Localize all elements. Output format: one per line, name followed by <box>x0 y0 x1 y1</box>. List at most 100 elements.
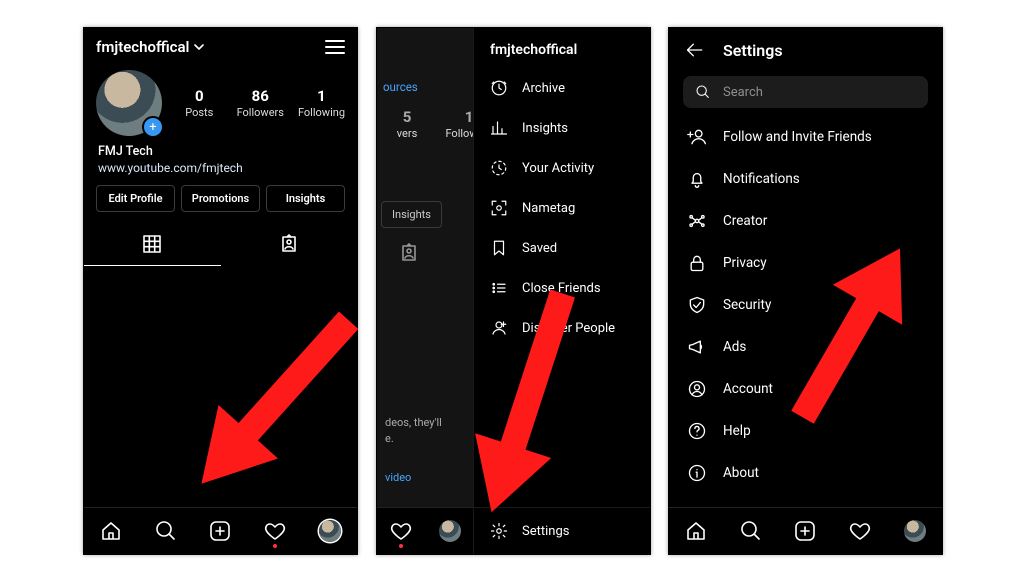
bottom-nav <box>84 507 357 554</box>
settings-list: Follow and Invite Friends Notifications … <box>669 114 942 555</box>
nav-profile[interactable] <box>319 520 341 542</box>
settings-help[interactable]: Help <box>673 410 938 452</box>
add-person-icon <box>687 127 707 147</box>
tagged-icon <box>279 234 299 254</box>
gear-icon <box>490 522 508 540</box>
activity-dot <box>273 544 277 548</box>
activity-dot <box>399 544 403 548</box>
text-fragment: ources <box>383 80 418 94</box>
menu-nametag[interactable]: Nametag <box>474 188 650 228</box>
settings-security[interactable]: Security <box>673 284 938 326</box>
nametag-icon <box>490 199 508 217</box>
profile-avatar-small <box>904 520 926 542</box>
nav-activity[interactable] <box>849 520 871 542</box>
settings-header: Settings <box>669 28 942 72</box>
stat-following[interactable]: 1 Following <box>298 87 345 119</box>
nav-search[interactable] <box>155 520 177 542</box>
settings-follow-invite[interactable]: Follow and Invite Friends <box>673 116 938 158</box>
tagged-tab[interactable] <box>221 222 358 266</box>
nav-home[interactable] <box>100 520 122 542</box>
menu-saved[interactable]: Saved <box>474 228 650 268</box>
shield-check-icon <box>687 295 707 315</box>
plus-square-icon <box>209 520 231 542</box>
menu-discover-people[interactable]: Discover People <box>474 308 650 348</box>
profile-posts-empty <box>84 266 357 526</box>
drawer-username: fmjtechoffical <box>474 28 650 68</box>
saved-icon <box>490 239 508 257</box>
creator-icon <box>687 211 707 231</box>
lock-icon <box>687 253 707 273</box>
text-fragment: deos, they'lle. <box>385 415 442 446</box>
search-icon <box>695 84 711 100</box>
menu-close-friends[interactable]: Close Friends <box>474 268 650 308</box>
settings-account[interactable]: Account <box>673 368 938 410</box>
menu-drawer-screen: ources 5vers 1Following Insights deos, t… <box>376 27 651 555</box>
archive-icon <box>490 79 508 97</box>
profile-avatar-small <box>439 520 461 542</box>
account-icon <box>687 379 707 399</box>
edit-profile-button[interactable]: Edit Profile <box>96 185 175 212</box>
nav-search[interactable] <box>740 520 762 542</box>
profile-link[interactable]: www.youtube.com/fmjtech <box>98 161 343 175</box>
nav-new-post[interactable] <box>794 520 816 542</box>
nav-profile[interactable] <box>904 520 926 542</box>
settings-screen: Settings Search Follow and Invite Friend… <box>668 27 943 555</box>
close-friends-icon <box>490 279 508 297</box>
promotions-button[interactable]: Promotions <box>181 185 260 212</box>
home-icon <box>100 520 122 542</box>
bottom-nav <box>669 507 942 554</box>
menu-your-activity[interactable]: Your Activity <box>474 148 650 188</box>
stat-followers[interactable]: 86 Followers <box>237 87 284 119</box>
profile-avatar[interactable]: + <box>96 70 162 136</box>
search-placeholder: Search <box>723 85 763 100</box>
settings-notifications[interactable]: Notifications <box>673 158 938 200</box>
settings-search[interactable]: Search <box>683 76 928 108</box>
nav-activity[interactable] <box>390 520 412 542</box>
menu-insights[interactable]: Insights <box>474 108 650 148</box>
video-link-fragment: video <box>385 471 411 484</box>
display-name: FMJ Tech <box>98 144 343 159</box>
grid-icon <box>143 235 161 253</box>
search-icon <box>740 520 762 542</box>
nav-new-post[interactable] <box>209 520 231 542</box>
info-icon <box>687 463 707 483</box>
bottom-nav-partial <box>377 507 474 554</box>
profile-tabs <box>84 222 357 266</box>
bell-icon <box>687 169 707 189</box>
chevron-down-icon <box>194 42 204 52</box>
plus-square-icon <box>794 520 816 542</box>
settings-ads[interactable]: Ads <box>673 326 938 368</box>
nav-activity[interactable] <box>264 520 286 542</box>
add-story-plus-icon[interactable]: + <box>142 116 164 138</box>
home-icon <box>685 520 707 542</box>
stat-posts[interactable]: 0 Posts <box>176 87 223 119</box>
insights-button[interactable]: Insights <box>266 185 345 212</box>
profile-action-buttons: Edit Profile Promotions Insights <box>84 183 357 222</box>
profile-screen: fmjtechoffical + 0 Posts 86 Followers 1 … <box>83 27 358 555</box>
hamburger-menu-button[interactable] <box>325 40 345 54</box>
profile-stats-row: + 0 Posts 86 Followers 1 Following <box>84 66 357 144</box>
side-drawer: fmjtechoffical Archive Insights Your Act… <box>473 28 650 554</box>
profile-header: fmjtechoffical <box>84 28 357 66</box>
heart-icon <box>264 520 286 542</box>
username: fmjtechoffical <box>96 38 189 56</box>
settings-privacy[interactable]: Privacy <box>673 242 938 284</box>
menu-settings[interactable]: Settings <box>474 507 650 554</box>
settings-title: Settings <box>723 41 783 60</box>
settings-creator[interactable]: Creator <box>673 200 938 242</box>
grid-tab[interactable] <box>84 222 221 266</box>
discover-people-icon <box>490 319 508 337</box>
menu-archive[interactable]: Archive <box>474 68 650 108</box>
help-icon <box>687 421 707 441</box>
settings-about[interactable]: About <box>673 452 938 494</box>
insights-button-fragment: Insights <box>381 201 442 228</box>
search-icon <box>155 520 177 542</box>
tagged-icon-fragment <box>399 243 419 266</box>
nav-profile[interactable] <box>439 520 461 542</box>
username-dropdown[interactable]: fmjtechoffical <box>96 38 204 56</box>
back-arrow-icon[interactable] <box>685 40 705 60</box>
nav-home[interactable] <box>685 520 707 542</box>
megaphone-icon <box>687 337 707 357</box>
heart-icon <box>390 520 412 542</box>
profile-bio: FMJ Tech www.youtube.com/fmjtech <box>84 144 357 183</box>
